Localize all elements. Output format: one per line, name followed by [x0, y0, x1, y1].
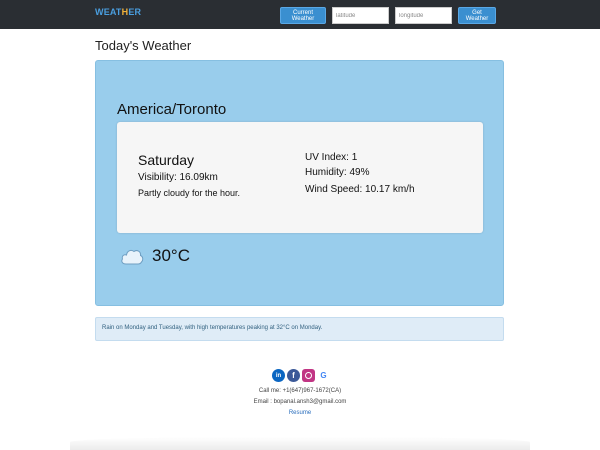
instagram-icon[interactable] — [302, 369, 315, 382]
brand-text-part1: WEAT — [95, 7, 122, 17]
resume-link[interactable]: Resume — [0, 410, 600, 416]
google-icon[interactable]: G — [317, 369, 330, 382]
brand-text-part3: ER — [128, 7, 142, 17]
weather-summary: Partly cloudy for the hour. — [138, 188, 241, 198]
latitude-input[interactable] — [332, 7, 389, 24]
page-title: Today's Weather — [95, 38, 192, 53]
temperature-value: 30°C — [152, 246, 190, 265]
facebook-icon[interactable]: f — [287, 369, 300, 382]
get-weather-button[interactable]: Get Weather — [458, 7, 496, 24]
linkedin-icon[interactable]: in — [272, 369, 285, 382]
weather-details-panel: Saturday Visibility: 16.09km Partly clou… — [117, 122, 483, 233]
weather-day: Saturday — [138, 152, 195, 168]
contact-email: Email : bopanal.ansh3@gmail.com — [253, 399, 347, 405]
visibility-value: Visibility: 16.09km — [138, 172, 218, 183]
humidity-value: Humidity: 49% — [305, 167, 370, 178]
social-links: in f G — [272, 369, 330, 382]
weather-card: America/Toronto Saturday Visibility: 16.… — [95, 60, 504, 306]
brand-logo[interactable]: WEATHER — [95, 7, 141, 17]
city-name: America/Toronto — [117, 101, 227, 118]
bottom-shadow — [70, 437, 530, 450]
uv-index-value: UV Index: 1 — [305, 152, 358, 163]
forecast-text: Rain on Monday and Tuesday, with high te… — [102, 325, 323, 331]
current-weather-button[interactable]: Current Weather — [280, 7, 326, 24]
wind-speed-value: Wind Speed: 10.17 km/h — [305, 184, 415, 195]
navbar: WEATHER Current Weather Get Weather — [0, 0, 600, 29]
longitude-input[interactable] — [395, 7, 452, 24]
cloud-icon — [120, 246, 144, 266]
contact-phone: Call me: +1(647)967-1672(CA) — [258, 388, 342, 394]
forecast-alert: Rain on Monday and Tuesday, with high te… — [95, 317, 504, 341]
